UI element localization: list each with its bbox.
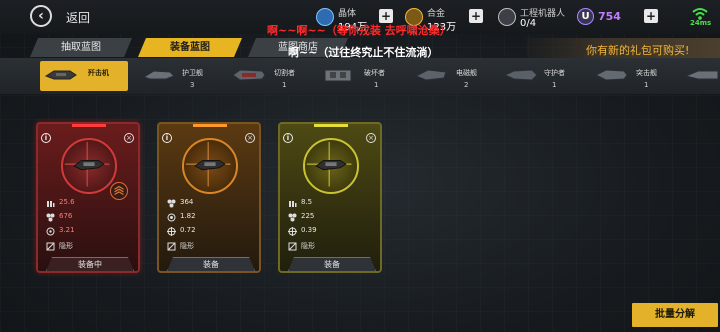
tab-equip-blueprint[interactable]: 装备蓝图 — [138, 38, 242, 57]
premium-currency-icon: U — [577, 8, 594, 25]
ship-name: 守护者 — [544, 69, 565, 77]
ship-count: 2 — [464, 81, 469, 89]
ship-count: 1 — [374, 81, 379, 89]
crosshair-emblem-icon — [182, 138, 238, 194]
gear-icon — [167, 213, 176, 222]
ship-name: 切割者 — [274, 69, 295, 77]
ship-item-assault[interactable]: 突击舰 1 — [590, 61, 666, 91]
stealth-icon — [288, 242, 297, 251]
guardian-ship-icon — [504, 69, 538, 81]
blueprint-card[interactable]: i × 8.5 225 0.39 隐形 装备 — [278, 122, 382, 273]
ship-name: 护卫舰 — [182, 69, 203, 77]
resource-value: 0/4 — [520, 18, 537, 29]
stat-value: 25.6 — [59, 198, 75, 206]
ship-item-fighter[interactable]: 歼击机 — [40, 61, 128, 91]
batch-dismantle-button[interactable]: 批量分解 — [632, 303, 718, 327]
overlay-lyric-line-2: 啊~~（过往终究止不住流淌） — [288, 46, 439, 59]
destroyer-ship-icon — [324, 69, 352, 82]
add-premium-button[interactable]: + — [644, 9, 658, 23]
equipped-button[interactable]: 装备中 — [46, 257, 134, 271]
add-crystal-button[interactable]: + — [379, 9, 393, 23]
back-label[interactable]: 返回 — [66, 9, 90, 26]
ship-type-strip: 歼击机 护卫舰 3 切割者 1 破坏者 1 电磁舰 2 守护者 1 突击舰 1 — [0, 58, 720, 94]
info-icon[interactable]: i — [283, 133, 293, 143]
crosshair-emblem-icon — [61, 138, 117, 194]
rank-chevron-icon — [110, 182, 128, 200]
add-alloy-button[interactable]: + — [469, 9, 483, 23]
rarity-bar — [72, 124, 106, 127]
ship-name: 破坏者 — [364, 69, 385, 77]
ship-name: 电磁舰 — [456, 69, 477, 77]
ship-count: 3 — [190, 81, 195, 89]
stat-value: 364 — [180, 198, 194, 206]
ship-item-escort[interactable]: 护卫舰 3 — [138, 61, 208, 91]
fighter-ship-icon — [44, 70, 77, 80]
close-icon[interactable]: × — [124, 133, 134, 143]
info-icon[interactable]: i — [162, 133, 172, 143]
blueprint-card[interactable]: i × 364 1.82 0.72 隐形 装备 — [157, 122, 261, 273]
ship-item-guardian[interactable]: 守护者 1 — [500, 61, 576, 91]
stat-value: 1.82 — [180, 212, 196, 220]
equip-button[interactable]: 装备 — [288, 257, 376, 271]
ship-name: 突击舰 — [636, 69, 657, 77]
ship-item-cutter[interactable]: 切割者 1 — [228, 61, 302, 91]
equip-button[interactable]: 装备 — [167, 257, 255, 271]
info-icon[interactable]: i — [41, 133, 51, 143]
robot-icon — [498, 8, 516, 26]
close-icon[interactable]: × — [245, 133, 255, 143]
stat-value: 8.5 — [301, 198, 313, 206]
blueprint-card[interactable]: i × 25.6 676 3.21 隐形 装备中 — [36, 122, 140, 273]
premium-currency-value: 754 — [598, 10, 621, 23]
ammo-icon — [289, 201, 297, 207]
ship-count: 1 — [552, 81, 557, 89]
close-icon[interactable]: × — [366, 133, 376, 143]
stat-value: 0.72 — [180, 226, 196, 234]
ship-item-next[interactable] — [680, 61, 720, 91]
shield-icon — [288, 213, 297, 222]
chevron-left-icon: ‹ — [38, 8, 44, 24]
em-ship-icon — [414, 69, 447, 81]
target-icon — [167, 227, 176, 236]
crosshair-emblem-icon — [303, 138, 359, 194]
assault-ship-icon — [594, 69, 628, 81]
ship-count: 1 — [644, 81, 649, 89]
stat-value: 隐形 — [301, 242, 315, 250]
ship-count: 1 — [282, 81, 287, 89]
overlay-lyric-line-1: 啊~~啊~~（等你戎装 去呼啸沧桑） — [267, 24, 451, 37]
stat-value: 隐形 — [59, 242, 73, 250]
ship-icon — [684, 70, 718, 80]
escort-ship-icon — [142, 70, 175, 80]
cutter-ship-icon — [232, 69, 266, 81]
tab-draw-blueprint[interactable]: 抽取蓝图 — [30, 38, 132, 57]
stealth-icon — [46, 242, 55, 251]
ammo-icon — [167, 199, 176, 208]
ship-item-destroyer[interactable]: 破坏者 1 — [318, 61, 394, 91]
stat-value: 3.21 — [59, 226, 75, 234]
resource-robot: 工程机器人 0/4 — [498, 4, 568, 30]
stat-value: 隐形 — [180, 242, 194, 250]
stat-value: 0.39 — [301, 226, 317, 234]
gift-banner-text[interactable]: 你有新的礼包可购买! — [586, 42, 689, 58]
rarity-bar — [193, 124, 227, 127]
target-icon — [46, 227, 55, 236]
ammo-icon — [47, 201, 55, 207]
stat-value: 676 — [59, 212, 73, 220]
shield-icon — [46, 213, 55, 222]
ping-value: 24ms — [690, 19, 712, 27]
back-button[interactable]: ‹ — [30, 5, 52, 27]
stat-value: 225 — [301, 212, 315, 220]
stealth-icon — [167, 242, 176, 251]
ship-name: 歼击机 — [88, 69, 109, 77]
ship-item-em-ship[interactable]: 电磁舰 2 — [410, 61, 486, 91]
rarity-bar — [314, 124, 348, 127]
target-icon — [288, 227, 297, 236]
